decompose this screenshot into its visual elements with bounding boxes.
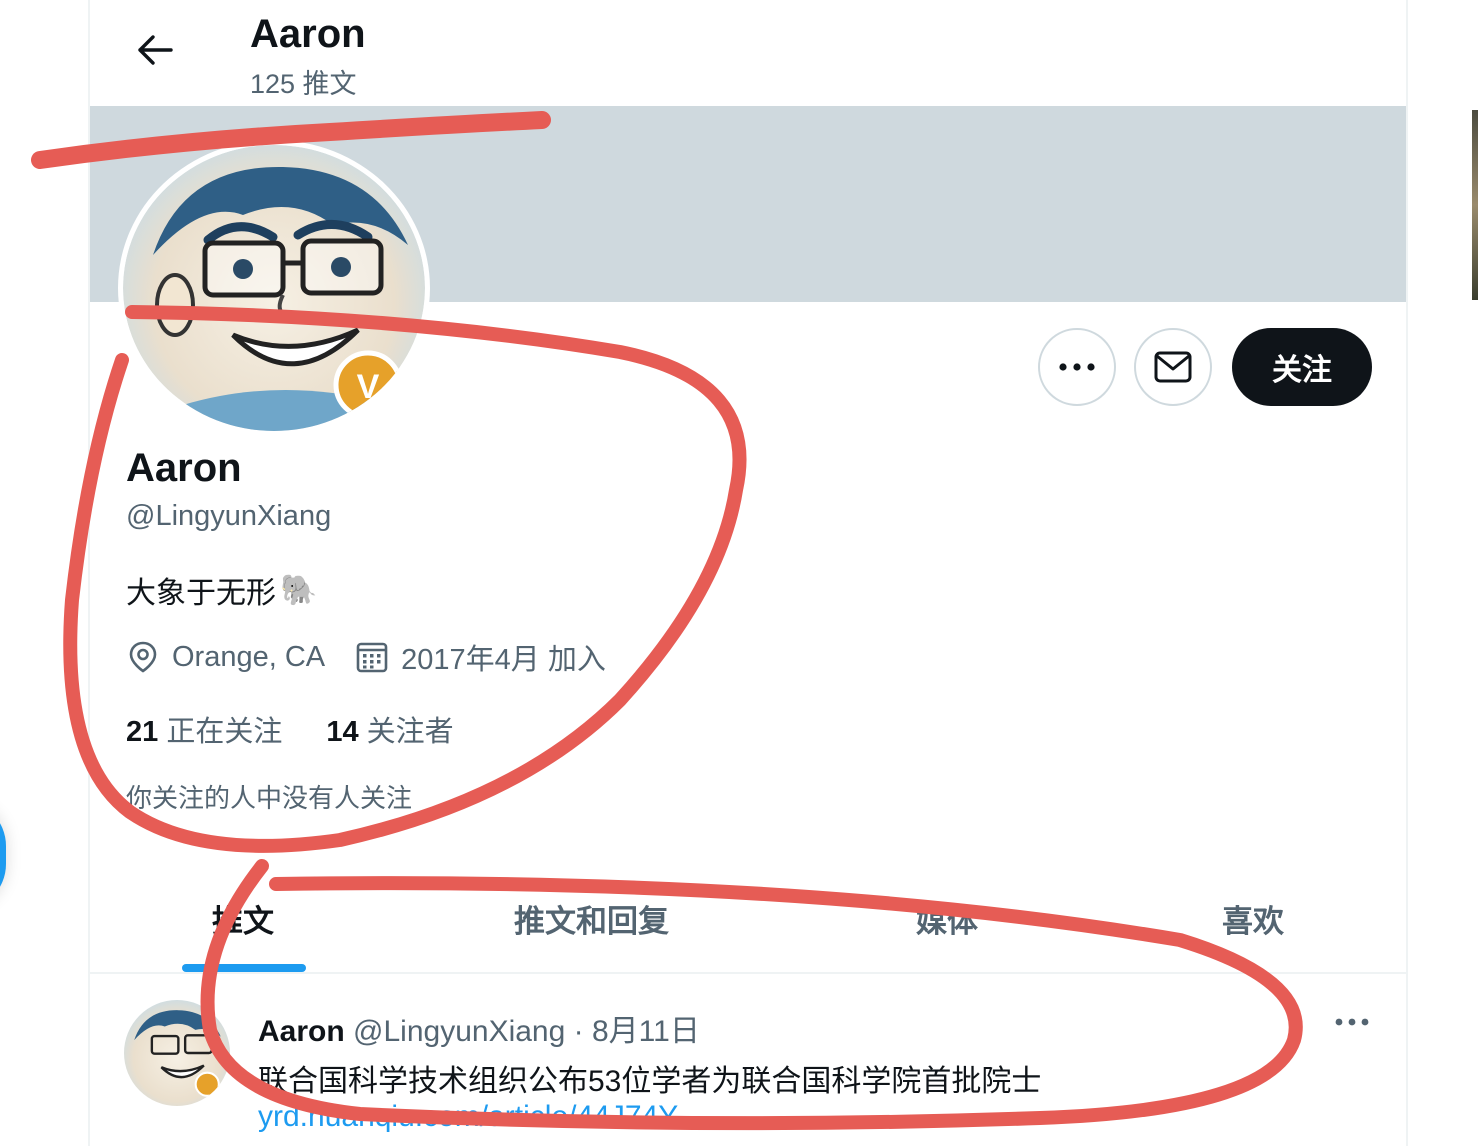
profile-tabs: 推文 推文和回复 媒体 喜欢 <box>90 860 1406 974</box>
followers-label: 关注者 <box>366 716 454 748</box>
adjacent-window-edge <box>1472 110 1478 300</box>
follow-stats: 21 正在关注 14 关注者 <box>126 708 454 750</box>
mutual-followers-note: 你关注的人中没有人关注 <box>126 783 413 813</box>
following-label: 正在关注 <box>166 716 283 748</box>
verified-v-badge-icon: V <box>333 350 403 420</box>
floating-action-button[interactable] <box>0 800 6 910</box>
followers-link[interactable]: 14 关注者 <box>326 708 453 750</box>
profile-avatar[interactable]: V <box>118 140 430 436</box>
more-options-button[interactable] <box>1038 328 1116 406</box>
location-item: Orange, CA <box>126 640 325 674</box>
following-count: 21 <box>126 716 159 748</box>
location-text: Orange, CA <box>172 640 326 673</box>
tweet-text: 联合国科学技术组织公布53位学者为联合国科学院首批院士 <box>258 1065 1042 1098</box>
tweet-more-button[interactable] <box>1330 1012 1374 1032</box>
profile-handle: @LingyunXiang <box>126 500 332 532</box>
message-button[interactable] <box>1134 328 1212 406</box>
envelope-icon <box>1154 351 1192 383</box>
following-link[interactable]: 21 正在关注 <box>126 708 282 750</box>
elephant-emoji: 🐘 <box>280 573 318 607</box>
arrow-left-icon <box>138 35 173 65</box>
header-title: Aaron <box>250 12 366 56</box>
tab-likes[interactable]: 喜欢 <box>1222 896 1284 941</box>
tweet-link[interactable]: yrd.huanqiu.com/article/44J74Y <box>258 1100 678 1134</box>
profile-column: Aaron 125 推文 V 关注 Aaron @LingyunXiang 大象… <box>88 0 1408 1146</box>
profile-name: Aaron <box>126 446 242 490</box>
svg-text:V: V <box>357 368 380 406</box>
header-tweet-count: 125 推文 <box>250 69 357 99</box>
location-pin-icon <box>129 641 157 673</box>
more-horizontal-icon <box>1059 363 1095 371</box>
tweet-author-handle[interactable]: @LingyunXiang <box>353 1015 565 1048</box>
joined-text: 2017年4月 加入 <box>401 644 606 676</box>
avatar-cartoon-image: V <box>123 145 425 431</box>
calendar-icon <box>356 642 388 673</box>
tweet-header: Aaron @LingyunXiang · 8月11日 <box>258 1006 700 1050</box>
active-tab-indicator <box>182 964 306 972</box>
follow-button[interactable]: 关注 <box>1232 328 1372 406</box>
tweet-item[interactable]: Aaron @LingyunXiang · 8月11日 联合国科学技术组织公布5… <box>90 976 1406 1146</box>
joined-item: 2017年4月 加入 <box>355 636 606 678</box>
tweet-author-name[interactable]: Aaron <box>258 1015 345 1048</box>
bio-text: 大象于无形 <box>126 577 276 610</box>
tweet-avatar[interactable] <box>124 1000 230 1106</box>
profile-meta: Orange, CA 2017年4月 加入 <box>126 636 636 678</box>
tab-media[interactable]: 媒体 <box>916 896 978 941</box>
profile-header: Aaron 125 推文 <box>90 0 1406 106</box>
back-button[interactable] <box>126 24 184 76</box>
tweet-date[interactable]: 8月11日 <box>592 1015 700 1048</box>
profile-bio: 大象于无形 🐘 <box>126 568 317 612</box>
tweet-separator: · <box>573 1015 584 1048</box>
followers-count: 14 <box>326 716 359 748</box>
more-horizontal-icon <box>1335 1018 1369 1026</box>
tab-tweets[interactable]: 推文 <box>212 896 274 941</box>
tab-tweets-and-replies[interactable]: 推文和回复 <box>514 896 669 941</box>
